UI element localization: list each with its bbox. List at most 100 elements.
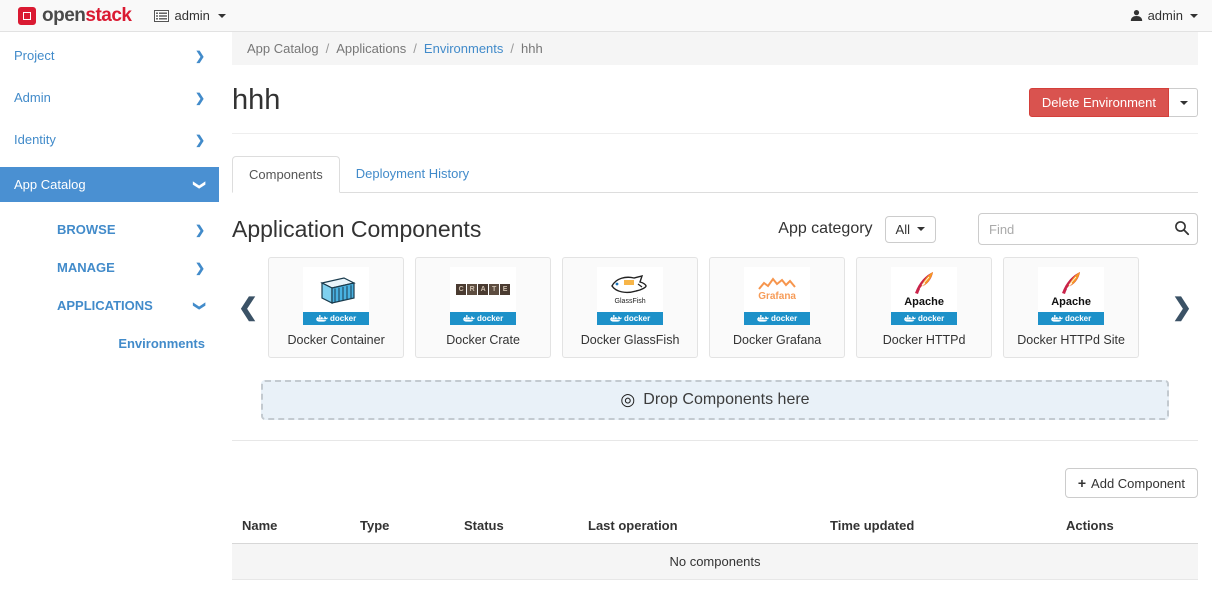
chevron-right-icon: ❯ xyxy=(195,91,205,105)
docker-whale-icon xyxy=(316,315,328,323)
docker-ribbon-label: docker xyxy=(330,314,356,323)
component-card-docker-grafana[interactable]: Grafana docker Docker Grafana xyxy=(709,257,845,358)
sidebar-item-label: Identity xyxy=(14,132,56,147)
breadcrumb-separator: / xyxy=(510,41,514,56)
sidebar-item-identity[interactable]: Identity ❯ xyxy=(0,125,219,154)
drop-components-zone[interactable]: ◎ Drop Components here xyxy=(261,380,1169,420)
col-header-type: Type xyxy=(350,510,454,544)
main-content: App Catalog / Applications / Environment… xyxy=(232,32,1198,580)
component-card-name: Docker HTTPd xyxy=(883,333,966,347)
add-component-button[interactable]: + Add Component xyxy=(1065,468,1198,498)
chevron-right-icon: ❯ xyxy=(195,261,205,275)
sidebar-item-admin[interactable]: Admin ❯ xyxy=(0,83,219,112)
sidebar-item-label: Environments xyxy=(118,336,205,351)
brand-text-open: open xyxy=(42,5,85,26)
caret-down-icon xyxy=(1190,14,1198,18)
chevron-down-icon: ❯ xyxy=(193,300,207,310)
docker-whale-icon xyxy=(610,315,622,323)
app-category-dropdown[interactable]: All xyxy=(885,216,936,243)
component-card-docker-httpd-site[interactable]: Apache docker Docker HTTPd Site xyxy=(1003,257,1139,358)
page-title: hhh xyxy=(232,85,280,117)
col-header-actions: Actions xyxy=(1056,510,1198,544)
delete-environment-dropdown-toggle[interactable] xyxy=(1169,88,1198,117)
docker-ribbon-label: docker xyxy=(918,314,944,323)
crate-icon: CRATE xyxy=(450,267,516,312)
user-icon xyxy=(1130,9,1143,22)
empty-table-row: No components xyxy=(232,544,1198,580)
component-card-name: Docker GlassFish xyxy=(581,333,680,347)
empty-table-message: No components xyxy=(232,544,1198,580)
apache-icon: Apache xyxy=(891,267,957,312)
sidebar-item-manage[interactable]: MANAGE ❯ xyxy=(0,253,219,282)
component-card-docker-httpd[interactable]: Apache docker Docker HTTPd xyxy=(856,257,992,358)
find-input[interactable] xyxy=(978,213,1198,245)
search-icon[interactable] xyxy=(1174,220,1190,236)
breadcrumb-link-environments[interactable]: Environments xyxy=(424,41,503,56)
project-list-icon xyxy=(154,10,169,22)
tab-components[interactable]: Components xyxy=(232,156,340,193)
docker-ribbon: docker xyxy=(891,312,957,325)
col-header-name: Name xyxy=(232,510,350,544)
component-card-docker-glassfish[interactable]: GlassFish docker Docker GlassFish xyxy=(562,257,698,358)
sidebar-item-browse[interactable]: BROWSE ❯ xyxy=(0,215,219,244)
sidebar-item-label: App Catalog xyxy=(14,177,86,192)
docker-whale-icon xyxy=(1051,315,1063,323)
plus-icon: + xyxy=(1078,475,1086,491)
chevron-right-icon: ❯ xyxy=(195,223,205,237)
delete-environment-button-group: Delete Environment xyxy=(1029,88,1198,117)
chevron-down-icon: ❯ xyxy=(193,179,207,189)
user-menu[interactable]: admin xyxy=(1130,8,1198,23)
sidebar-item-project[interactable]: Project ❯ xyxy=(0,41,219,70)
carousel-next-arrow[interactable]: ❯ xyxy=(1166,293,1198,322)
application-components-heading: Application Components xyxy=(232,216,481,243)
component-card-name: Docker HTTPd Site xyxy=(1017,333,1125,347)
drop-target-icon: ◎ xyxy=(620,390,635,410)
col-header-last-operation: Last operation xyxy=(578,510,820,544)
tab-deployment-history[interactable]: Deployment History xyxy=(340,156,485,193)
carousel-prev-arrow[interactable]: ❮ xyxy=(232,293,264,322)
sidebar: Project ❯ Admin ❯ Identity ❯ App Catalog… xyxy=(0,33,219,592)
docker-ribbon: docker xyxy=(597,312,663,325)
docker-ribbon-label: docker xyxy=(771,314,797,323)
sidebar-item-label: Admin xyxy=(14,90,51,105)
app-category-value: All xyxy=(896,222,910,237)
component-card-name: Docker Crate xyxy=(446,333,520,347)
component-card-docker-container[interactable]: docker Docker Container xyxy=(268,257,404,358)
sidebar-item-label: BROWSE xyxy=(57,222,116,237)
project-selector-label: admin xyxy=(175,8,210,23)
sidebar-item-applications[interactable]: APPLICATIONS ❯ xyxy=(0,291,219,320)
component-card-name: Docker Container xyxy=(287,333,384,347)
docker-ribbon-label: docker xyxy=(624,314,650,323)
glassfish-wordmark: GlassFish xyxy=(615,298,646,305)
docker-ribbon-label: docker xyxy=(477,314,503,323)
drop-zone-label: Drop Components here xyxy=(643,391,809,409)
add-component-label: Add Component xyxy=(1091,476,1185,491)
docker-whale-icon xyxy=(463,315,475,323)
component-card-docker-crate[interactable]: CRATE docker Docker Crate xyxy=(415,257,551,358)
sidebar-item-label: MANAGE xyxy=(57,260,115,275)
sidebar-item-label: Project xyxy=(14,48,54,63)
openstack-logo-icon xyxy=(18,7,36,25)
breadcrumb-item: Applications xyxy=(336,41,406,56)
sidebar-item-label: APPLICATIONS xyxy=(57,298,153,313)
top-navbar: openstack admin admin xyxy=(0,0,1212,32)
apache-icon: Apache xyxy=(1038,267,1104,312)
docker-whale-icon xyxy=(757,315,769,323)
apache-wordmark: Apache xyxy=(1051,297,1091,308)
breadcrumb-item: App Catalog xyxy=(247,41,319,56)
title-divider xyxy=(232,133,1198,134)
chevron-right-icon: ❯ xyxy=(195,49,205,63)
delete-environment-button[interactable]: Delete Environment xyxy=(1029,88,1169,117)
user-menu-label: admin xyxy=(1148,8,1183,23)
app-category-label: App category xyxy=(778,220,872,238)
docker-container-icon xyxy=(303,267,369,312)
caret-down-icon xyxy=(218,14,226,18)
sidebar-item-app-catalog[interactable]: App Catalog ❯ xyxy=(0,167,219,202)
openstack-logo[interactable]: openstack xyxy=(18,5,132,27)
project-selector-menu[interactable]: admin xyxy=(154,8,226,23)
brand-text-stack: stack xyxy=(85,5,131,26)
docker-ribbon: docker xyxy=(744,312,810,325)
sidebar-item-environments[interactable]: Environments xyxy=(0,329,219,358)
grafana-wordmark: Grafana xyxy=(758,291,796,302)
chevron-right-icon: ❯ xyxy=(195,133,205,147)
